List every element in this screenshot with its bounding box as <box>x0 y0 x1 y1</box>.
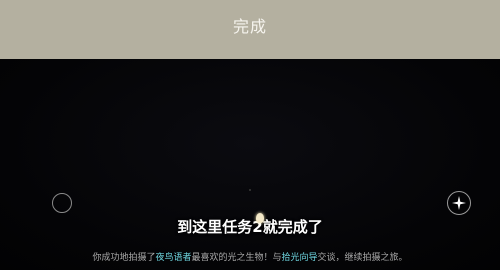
light-creature-sprite <box>256 213 264 223</box>
dialogue-subtitle: 到这里任务2就完成了 <box>177 218 323 236</box>
top-bar: 完成 <box>0 0 500 59</box>
desc-text-3: 交谈，继续拍摄之旅。 <box>317 253 408 263</box>
creature-name: 夜鸟语者 <box>155 253 192 263</box>
sparkle-icon[interactable] <box>447 191 471 215</box>
guide-name: 拾光向导 <box>281 253 318 263</box>
done-button[interactable]: 完成 <box>233 13 267 37</box>
task-description: 你成功地拍摄了夜鸟语者最喜欢的光之生物！与拾光向导交谈，继续拍摄之旅。 <box>0 250 500 263</box>
game-scene <box>0 59 500 270</box>
circle-outline-icon[interactable] <box>52 193 72 213</box>
sparkle-icon-glyph <box>452 196 466 210</box>
desc-text-1: 你成功地拍摄了 <box>92 253 156 263</box>
distant-light-dot <box>249 189 251 191</box>
desc-text-2: 最喜欢的光之生物！与 <box>191 253 282 263</box>
